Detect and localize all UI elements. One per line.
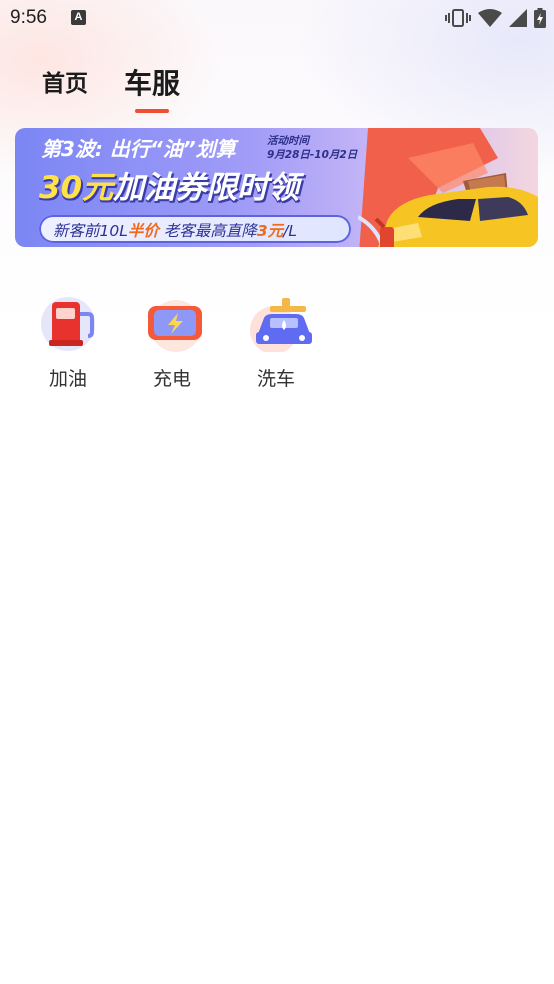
battery-charge-icon <box>140 296 208 352</box>
fuel-pump-icon <box>36 296 104 352</box>
banner-period-dates: 9月28日-10月2日 <box>267 149 358 161</box>
tab-home-label: 首页 <box>42 71 88 97</box>
banner-headline: 30元加油券限时领 <box>39 162 299 207</box>
wifi-icon <box>478 9 502 27</box>
service-grid: 加油 充电 洗车 <box>36 296 348 391</box>
yellow-car-illustration <box>358 173 538 247</box>
banner-headline-rest: 加油券限时领 <box>113 170 300 206</box>
tab-car-service[interactable]: 车服 <box>124 62 181 113</box>
battery-charging-icon <box>534 8 546 28</box>
vibrate-icon <box>445 9 471 27</box>
status-time: 9:56 <box>10 7 47 28</box>
offer-old-customer: 老客最高直降 <box>158 222 257 240</box>
a-notification-icon: A <box>71 10 86 25</box>
status-icons <box>445 8 546 28</box>
offer-unit: /L <box>283 222 297 240</box>
top-tab-bar: 首页 车服 <box>42 62 181 113</box>
tab-car-service-label: 车服 <box>124 67 181 100</box>
service-car-wash-label: 洗车 <box>257 368 296 390</box>
banner-headline-amount: 30元 <box>39 170 114 206</box>
banner-offer-text: 新客前10L半价 老客最高直降3元/L <box>53 219 297 241</box>
promo-banner[interactable]: 第3波: 出行“油”划算 活动时间 9月28日-10月2日 30元加油券限时领 … <box>15 128 538 247</box>
status-bar: 9:56 A <box>0 0 554 38</box>
banner-period-label: 活动时间 <box>267 135 309 147</box>
tab-home[interactable]: 首页 <box>42 64 88 102</box>
offer-discount-amount: 3元 <box>256 222 284 240</box>
service-charging[interactable]: 充电 <box>140 296 244 391</box>
car-wash-icon <box>244 296 312 354</box>
offer-half-price: 半价 <box>127 222 159 240</box>
service-fuel-label: 加油 <box>49 368 88 390</box>
banner-offer-strip: 新客前10L半价 老客最高直降3元/L <box>39 215 351 243</box>
banner-round-label: 第3波: 出行“油”划算 <box>41 137 236 161</box>
cellular-signal-icon <box>509 9 527 27</box>
service-fuel[interactable]: 加油 <box>36 296 140 391</box>
service-car-wash[interactable]: 洗车 <box>244 296 348 391</box>
service-charging-label: 充电 <box>153 368 192 390</box>
offer-new-customer: 新客前10L <box>53 222 128 240</box>
tab-active-indicator <box>135 109 169 113</box>
